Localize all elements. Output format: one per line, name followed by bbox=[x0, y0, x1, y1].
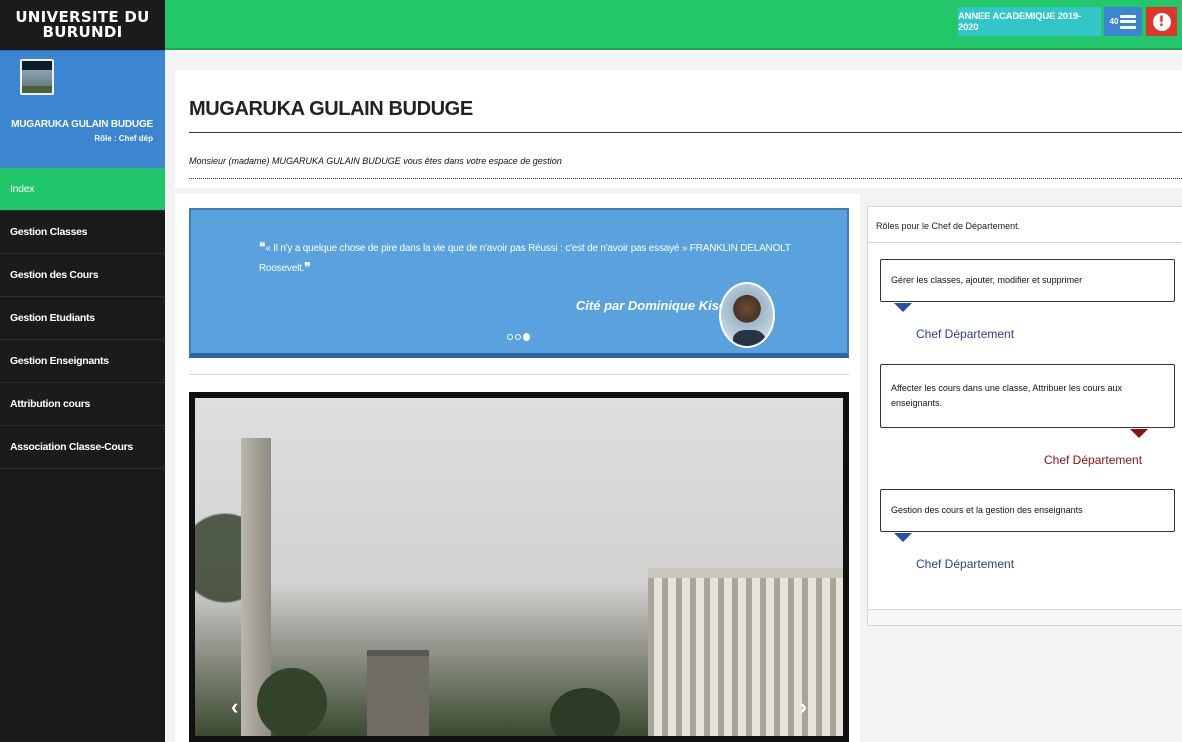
carousel-indicators bbox=[507, 333, 530, 341]
section-divider bbox=[189, 374, 849, 375]
roles-panel-footer bbox=[868, 609, 1182, 625]
role-pointer-icon bbox=[894, 303, 912, 312]
role-pointer-icon bbox=[894, 533, 912, 542]
brand-logo-text: UNIVERSITE DU BURUNDI bbox=[0, 0, 165, 50]
hamburger-icon bbox=[1120, 14, 1137, 29]
page-title: MUGARUKA GULAIN BUDUGE bbox=[189, 98, 473, 120]
user-profile: MUGARUKA GULAIN BUDUGE Rôle : Chef dép bbox=[0, 50, 165, 168]
quote-close-icon: ❞ bbox=[304, 260, 311, 274]
role-signature: Chef Département bbox=[1044, 453, 1143, 467]
top-bar: ANNEE ACADEMIQUE 2019-2020 40 ! bbox=[165, 0, 1182, 50]
carousel-dot[interactable] bbox=[507, 334, 513, 340]
role-signature: Chef Département bbox=[916, 327, 1015, 341]
quote-text: ❝« Il n'y a quelque chose de pire dans l… bbox=[259, 238, 819, 278]
avatar[interactable] bbox=[20, 59, 54, 95]
role-card: Affecter les cours dans une classe, Attr… bbox=[880, 364, 1175, 428]
role-signature: Chef Département bbox=[916, 557, 1015, 571]
role-text: Gérer les classes, ajouter, modifier et … bbox=[891, 275, 1083, 285]
campus-image-carousel: ‹ › bbox=[189, 392, 849, 742]
sidebar-item-gestion-cours[interactable]: Gestion des Cours bbox=[0, 254, 165, 297]
sidebar-item-attribution-cours[interactable]: Attribution cours bbox=[0, 383, 165, 426]
sidebar-item-index[interactable]: Index bbox=[0, 168, 165, 211]
dotted-divider bbox=[189, 178, 1182, 179]
profile-role: Rôle : Chef dép bbox=[94, 134, 153, 143]
role-card: Gestion des cours et la gestion des ense… bbox=[880, 489, 1175, 532]
quote-author: Cité par Dominique Kiseki bbox=[575, 298, 737, 313]
role-card: Gérer les classes, ajouter, modifier et … bbox=[880, 259, 1175, 302]
carousel-prev-icon[interactable]: ‹ bbox=[231, 694, 238, 720]
sidebar-item-gestion-classes[interactable]: Gestion Classes bbox=[0, 211, 165, 254]
role-pointer-icon bbox=[1130, 429, 1148, 438]
quote-slider: ❝« Il n'y a quelque chose de pire dans l… bbox=[189, 208, 849, 358]
role-text: Gestion des cours et la gestion des ense… bbox=[891, 505, 1083, 515]
author-photo bbox=[719, 282, 775, 348]
page-header: MUGARUKA GULAIN BUDUGE Monsieur (madame)… bbox=[175, 70, 1182, 188]
profile-name: MUGARUKA GULAIN BUDUGE bbox=[11, 119, 153, 130]
notification-count: 40 bbox=[1109, 17, 1119, 26]
brand-line-2: BURUNDI bbox=[42, 23, 123, 41]
welcome-message: Monsieur (madame) MUGARUKA GULAIN BUDUGE… bbox=[189, 156, 562, 166]
roles-panel: Rôles pour le Chef de Département. Gérer… bbox=[867, 206, 1182, 626]
sidebar-item-association-classe-cours[interactable]: Association Classe-Cours bbox=[0, 426, 165, 469]
role-text: Affecter les cours dans une classe, Attr… bbox=[891, 383, 1122, 408]
roles-panel-heading: Rôles pour le Chef de Département. bbox=[868, 207, 1182, 243]
menu-button[interactable]: 40 bbox=[1104, 7, 1142, 36]
main-content: MUGARUKA GULAIN BUDUGE Monsieur (madame)… bbox=[165, 52, 1182, 742]
carousel-dot[interactable] bbox=[515, 334, 521, 340]
exclamation-icon: ! bbox=[1152, 12, 1171, 31]
left-content: ❝« Il n'y a quelque chose de pire dans l… bbox=[175, 194, 860, 742]
alert-button[interactable]: ! bbox=[1146, 7, 1177, 36]
quote-body: « Il n'y a quelque chose de pire dans la… bbox=[259, 243, 791, 274]
sidebar: UNIVERSITE DU BURUNDI MUGARUKA GULAIN BU… bbox=[0, 0, 165, 742]
sidebar-nav: Index Gestion Classes Gestion des Cours … bbox=[0, 168, 165, 469]
carousel-next-icon[interactable]: › bbox=[800, 694, 807, 720]
campus-photo: ‹ › bbox=[195, 398, 843, 736]
carousel-dot-active[interactable] bbox=[523, 333, 530, 341]
sidebar-item-gestion-etudiants[interactable]: Gestion Etudiants bbox=[0, 297, 165, 340]
sidebar-item-gestion-enseignants[interactable]: Gestion Enseignants bbox=[0, 340, 165, 383]
academic-year-button[interactable]: ANNEE ACADEMIQUE 2019-2020 bbox=[958, 7, 1101, 36]
title-divider bbox=[189, 132, 1182, 133]
